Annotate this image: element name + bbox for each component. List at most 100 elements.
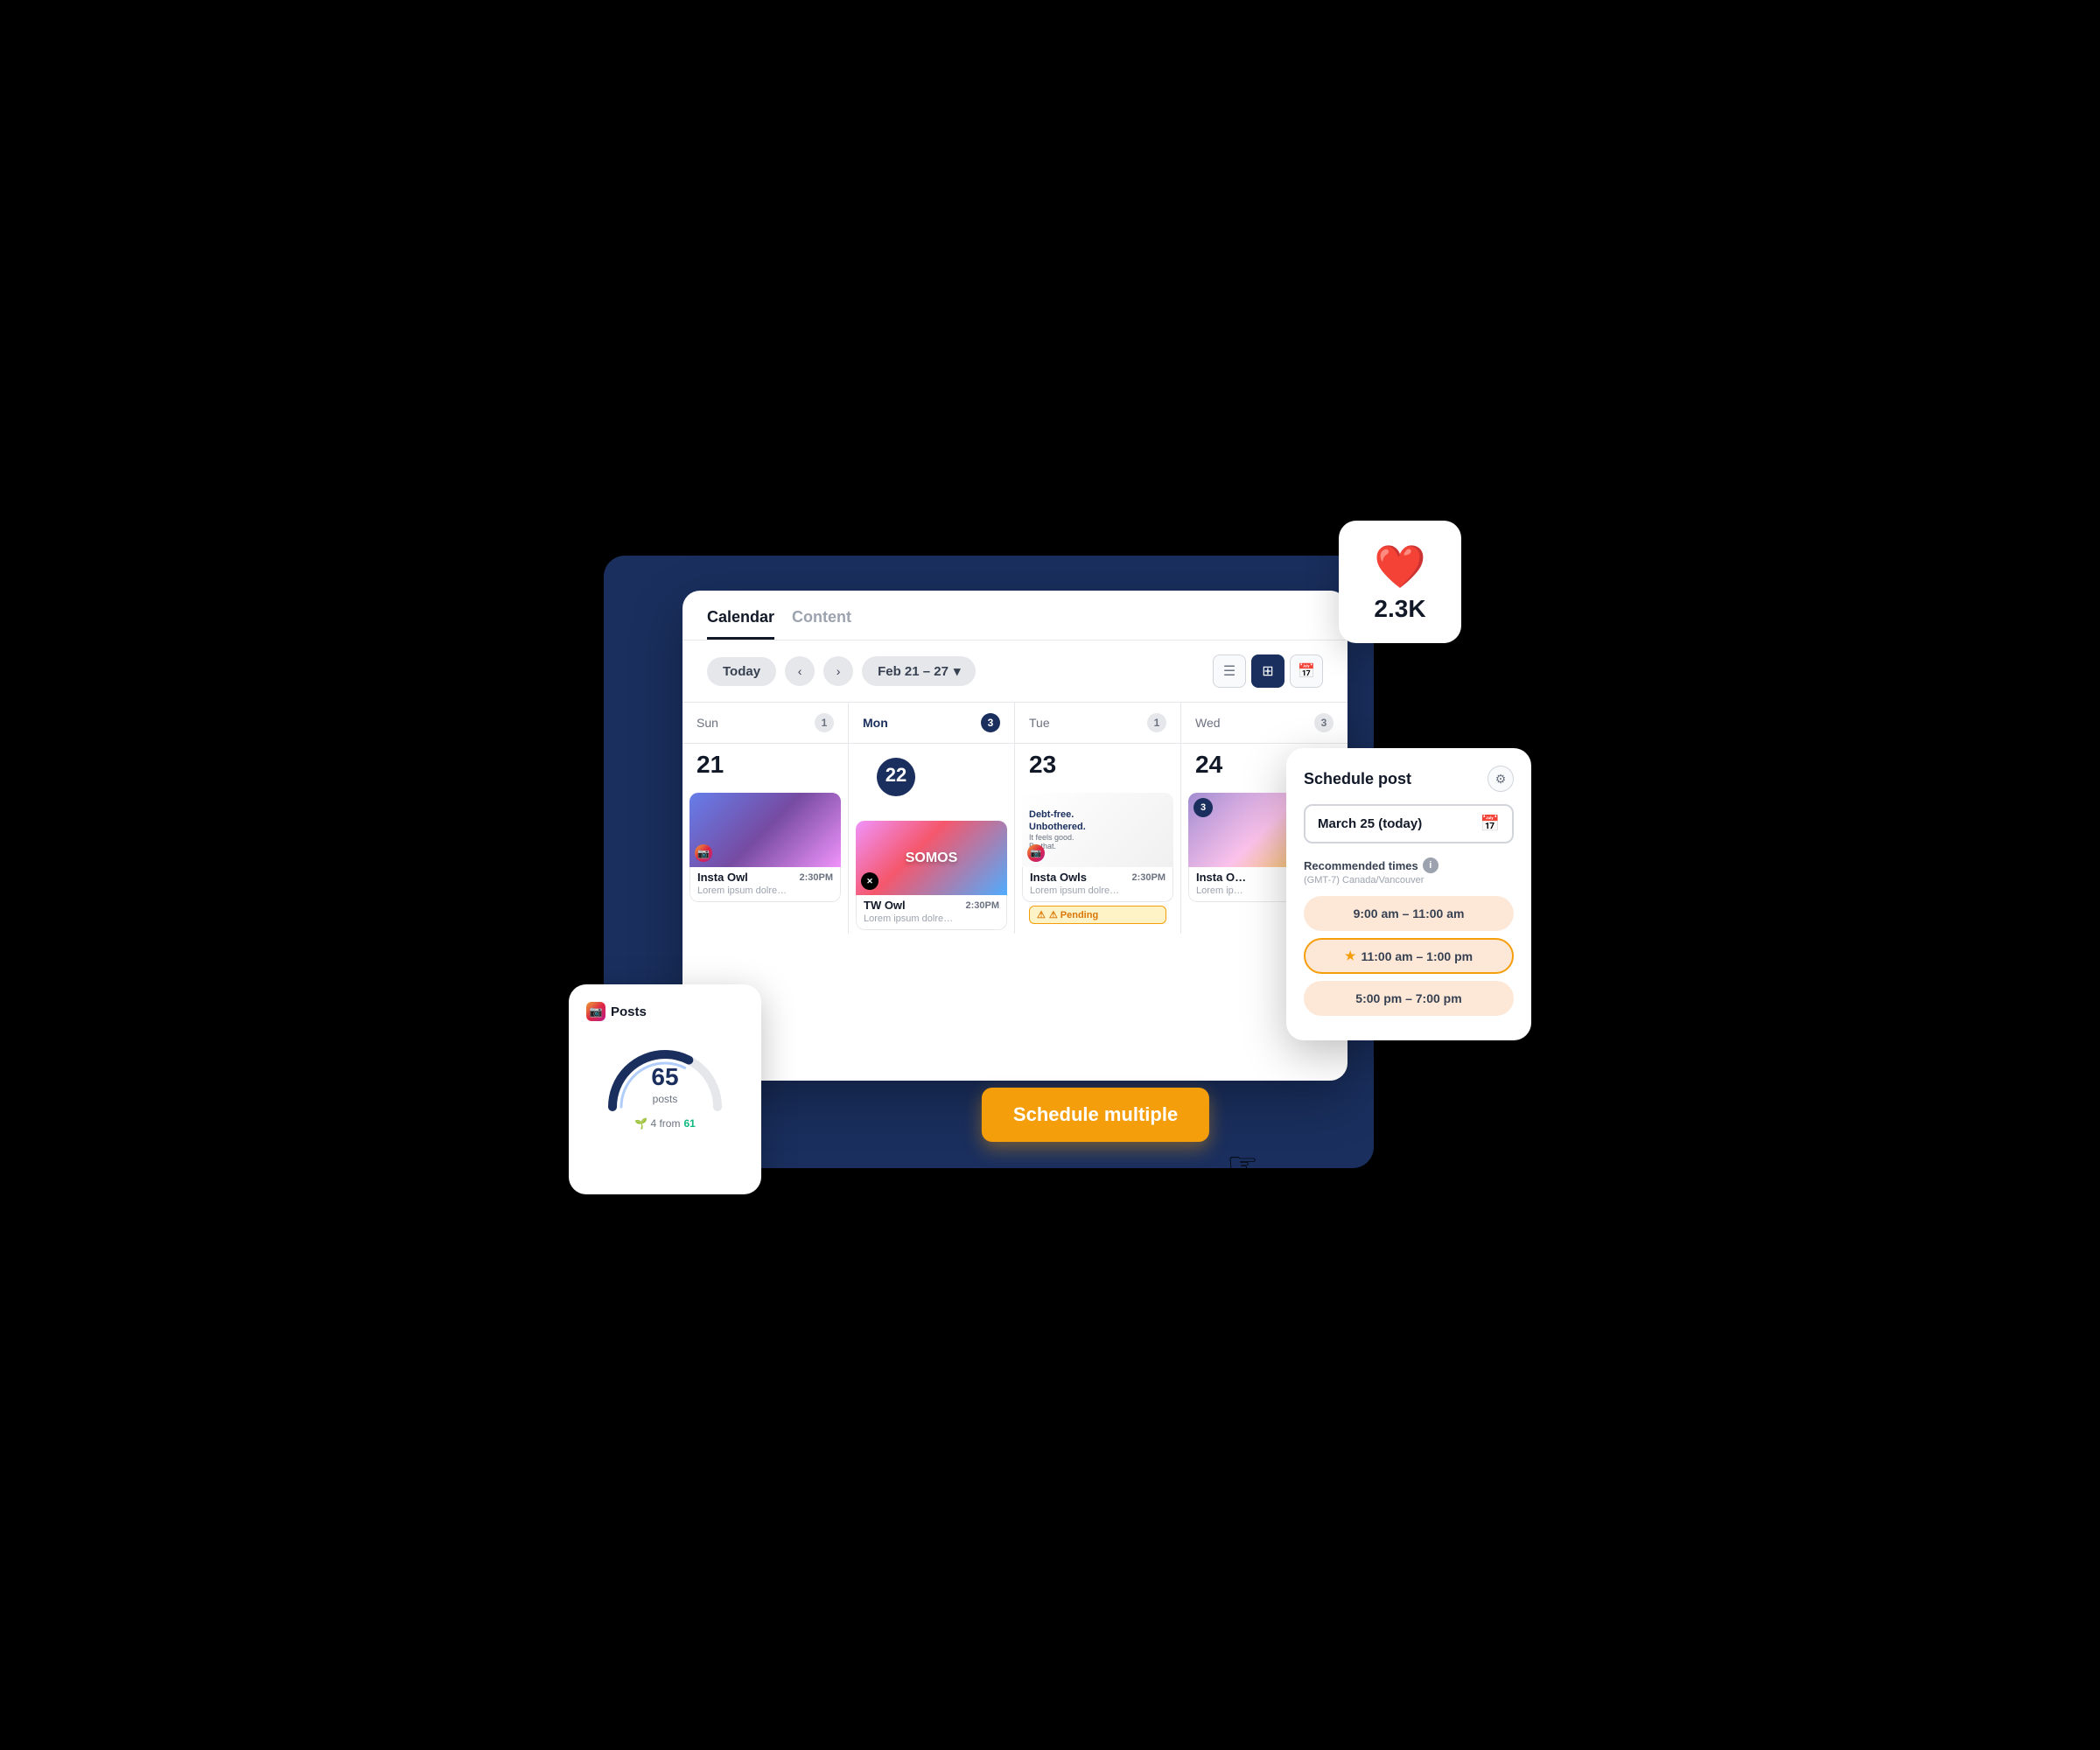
info-icon: i — [1423, 858, 1438, 873]
somos-text: SOMOS — [906, 850, 958, 866]
post-card-sun[interactable]: 📷 Insta Owl 2:30PM Lorem ipsum dolre… — [690, 793, 841, 902]
prev-button[interactable]: ‹ — [785, 656, 815, 686]
post-desc-tue: Lorem ipsum dolre… — [1030, 886, 1166, 896]
day-header-mon: Mon 3 — [849, 703, 1014, 744]
date-range-label: Feb 21 – 27 — [878, 664, 948, 679]
twitter-icon-mon: ✕ — [861, 872, 878, 890]
schedule-panel: Schedule post ⚙ March 25 (today) 📅 Recom… — [1286, 748, 1531, 1040]
time-slot-2-label: 11:00 am – 1:00 pm — [1361, 949, 1473, 963]
time-slot-3[interactable]: 5:00 pm – 7:00 pm — [1304, 981, 1514, 1016]
wed-post-count-badge: 3 — [1194, 798, 1213, 817]
gauge-number: 65 — [651, 1063, 678, 1091]
day-number-mon: 22 — [877, 758, 915, 796]
day-col-mon: Mon 3 22 ✕ SOMOS TW Owl 2:30PM — [849, 703, 1015, 934]
day-header-wed: Wed 3 — [1181, 703, 1348, 744]
day-header-tue: Tue 1 — [1015, 703, 1180, 744]
post-card-mon[interactable]: ✕ SOMOS TW Owl 2:30PM Lorem ipsum dolre… — [856, 821, 1007, 930]
date-input-text: March 25 (today) — [1318, 816, 1422, 831]
day-col-tue: Tue 1 23 Debt-free.Unbothered. It feels … — [1015, 703, 1181, 934]
posts-footer-link[interactable]: 61 — [683, 1117, 695, 1130]
post-info-sun: Insta Owl 2:30PM Lorem ipsum dolre… — [690, 867, 841, 902]
day-number-tue: 23 — [1015, 744, 1180, 789]
post-title-row-mon: TW Owl 2:30PM — [864, 899, 999, 912]
post-info-tue: Insta Owls 2:30PM Lorem ipsum dolre… — [1022, 867, 1173, 902]
day-name-sun: Sun — [696, 716, 718, 730]
recommended-title-text: Recommended times — [1304, 859, 1418, 872]
tab-calendar[interactable]: Calendar — [707, 608, 774, 640]
post-time-mon: 2:30PM — [965, 900, 999, 911]
gauge-label: posts — [653, 1093, 678, 1105]
heart-icon: ❤️ — [1374, 542, 1426, 592]
post-desc-sun: Lorem ipsum dolre… — [697, 886, 833, 896]
warning-icon: ⚠ — [1037, 909, 1046, 920]
likes-card: ❤️ 2.3K — [1339, 521, 1461, 643]
post-desc-mon: Lorem ipsum dolre… — [864, 914, 999, 924]
cursor-pointer: ☞ — [1227, 1145, 1258, 1186]
list-view-button[interactable]: ☰ — [1213, 654, 1246, 688]
instagram-icon-tue: 📷 — [1027, 844, 1045, 862]
post-image-mon: ✕ SOMOS — [856, 821, 1007, 895]
calendar-view-button[interactable]: 📅 — [1290, 654, 1323, 688]
day-header-sun: Sun 1 — [682, 703, 848, 744]
day-badge-sun: 1 — [815, 713, 834, 732]
pending-label: ⚠ Pending — [1049, 909, 1098, 920]
calendar-toolbar: Today ‹ › Feb 21 – 27 ▾ ☰ ⊞ 📅 — [682, 640, 1348, 702]
post-title-row-tue: Insta Owls 2:30PM — [1030, 871, 1166, 884]
pending-badge: ⚠ ⚠ Pending — [1029, 906, 1166, 924]
posts-card-title: 📷 Posts — [586, 1002, 744, 1021]
debt-free-text: Debt-free.Unbothered. — [1029, 809, 1086, 832]
today-button[interactable]: Today — [707, 657, 776, 686]
calendar-icon: 📅 — [1480, 815, 1500, 833]
chevron-down-icon: ▾ — [954, 663, 961, 679]
post-info-mon: TW Owl 2:30PM Lorem ipsum dolre… — [856, 895, 1007, 930]
day-name-wed: Wed — [1195, 716, 1221, 730]
day-name-mon: Mon — [863, 716, 888, 730]
day-number-mon-wrap: 22 — [849, 744, 1014, 817]
view-buttons: ☰ ⊞ 📅 — [1213, 654, 1323, 688]
posts-footer-prefix: 🌱 4 from — [634, 1117, 680, 1130]
recommended-sub: (GMT-7) Canada/Vancouver — [1304, 875, 1514, 886]
day-badge-mon: 3 — [981, 713, 1000, 732]
gauge-center: 65 posts — [651, 1063, 678, 1107]
grid-view-button[interactable]: ⊞ — [1251, 654, 1284, 688]
post-title-wed: Insta O… — [1196, 871, 1246, 884]
post-time-sun: 2:30PM — [799, 872, 833, 883]
time-slot-1[interactable]: 9:00 am – 11:00 am — [1304, 896, 1514, 931]
time-slot-1-label: 9:00 am – 11:00 am — [1354, 906, 1465, 920]
day-col-sun: Sun 1 21 📷 Insta Owl 2:30PM Lorem ipsum … — [682, 703, 849, 934]
schedule-panel-header: Schedule post ⚙ — [1304, 766, 1514, 792]
settings-button[interactable]: ⚙ — [1488, 766, 1514, 792]
star-icon: ★ — [1345, 948, 1356, 963]
day-badge-wed: 3 — [1314, 713, 1334, 732]
tab-content[interactable]: Content — [792, 608, 851, 640]
date-input-row[interactable]: March 25 (today) 📅 — [1304, 804, 1514, 844]
posts-footer: 🌱 4 from 61 — [586, 1117, 744, 1130]
schedule-panel-title: Schedule post — [1304, 770, 1411, 788]
likes-count: 2.3K — [1374, 595, 1425, 623]
recommended-title: Recommended times i — [1304, 858, 1514, 873]
posts-card-label: Posts — [611, 1004, 647, 1019]
post-title-sun: Insta Owl — [697, 871, 748, 884]
posts-card: 📷 Posts 65 posts 🌱 4 from 61 — [569, 984, 761, 1194]
instagram-icon-sun: 📷 — [695, 844, 712, 862]
calendar-card: Calendar Content Today ‹ › Feb 21 – 27 ▾… — [682, 591, 1348, 1081]
post-card-tue[interactable]: Debt-free.Unbothered. It feels good.Be t… — [1022, 793, 1173, 928]
post-image-sun: 📷 — [690, 793, 841, 867]
tabs-container: Calendar Content — [682, 591, 1348, 640]
day-name-tue: Tue — [1029, 716, 1050, 730]
gauge-container: 65 posts — [595, 1028, 735, 1107]
day-number-sun: 21 — [682, 744, 848, 789]
date-range-button[interactable]: Feb 21 – 27 ▾ — [862, 656, 976, 686]
next-button[interactable]: › — [823, 656, 853, 686]
calendar-grid: Sun 1 21 📷 Insta Owl 2:30PM Lorem ipsum … — [682, 702, 1348, 934]
post-image-tue: Debt-free.Unbothered. It feels good.Be t… — [1022, 793, 1173, 867]
day-badge-tue: 1 — [1147, 713, 1166, 732]
post-title-tue: Insta Owls — [1030, 871, 1087, 884]
post-title-row-sun: Insta Owl 2:30PM — [697, 871, 833, 884]
post-time-tue: 2:30PM — [1131, 872, 1166, 883]
time-slot-2[interactable]: ★ 11:00 am – 1:00 pm — [1304, 938, 1514, 974]
posts-ig-icon: 📷 — [586, 1002, 606, 1021]
post-title-mon: TW Owl — [864, 899, 906, 912]
time-slot-3-label: 5:00 pm – 7:00 pm — [1355, 991, 1461, 1005]
schedule-multiple-button[interactable]: Schedule multiple — [982, 1088, 1209, 1142]
